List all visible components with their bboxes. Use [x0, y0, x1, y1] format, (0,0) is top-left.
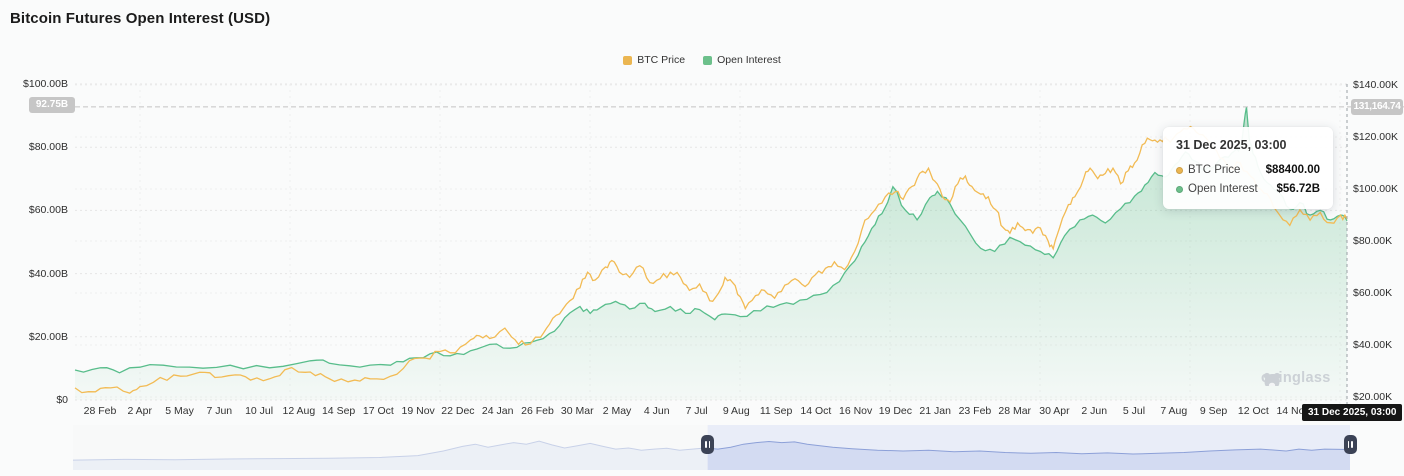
y-right-tick: $140.00K — [1353, 79, 1398, 91]
y-right-tick: $80.00K — [1353, 235, 1393, 247]
tooltip-rows: BTC Price $88400.00 Open Interest $56.72B — [1176, 161, 1320, 199]
x-tick: 2 May — [602, 405, 632, 417]
x-tick: 2 Jun — [1081, 405, 1108, 417]
x-tick: 14 Sep — [321, 405, 356, 417]
y-right-tick: $120.00K — [1353, 131, 1398, 143]
x-tick: 16 Nov — [838, 405, 873, 417]
navigator-selected-window[interactable] — [707, 425, 1350, 470]
x-tick: 26 Feb — [521, 405, 554, 417]
x-tick: 14 Oct — [800, 405, 832, 417]
x-tick: 4 Jun — [643, 405, 670, 417]
coinglass-watermark: coinglass — [1261, 370, 1347, 386]
tooltip-row: Open Interest $56.72B — [1176, 180, 1320, 199]
tooltip-row: BTC Price $88400.00 — [1176, 161, 1320, 180]
x-tick: 7 Jun — [206, 405, 233, 417]
x-tick: 21 Jan — [919, 405, 951, 417]
y-left-tick: $60.00B — [28, 204, 68, 217]
x-tick: 17 Oct — [362, 405, 394, 417]
tooltip-date: 31 Dec 2025, 03:00 — [1176, 138, 1287, 152]
x-tick: 19 Nov — [401, 405, 435, 417]
y-left-tick: $80.00B — [28, 141, 68, 154]
x-tick: 2 Apr — [127, 405, 153, 417]
x-tick: 30 Mar — [560, 405, 594, 417]
btc-price-max-badge: 131,164.74 — [1351, 99, 1403, 115]
crosshair-date-label: 31 Dec 2025, 03:00 — [1302, 404, 1403, 421]
x-tick: 12 Aug — [282, 405, 316, 417]
tooltip-series-value: $88400.00 — [1265, 164, 1320, 176]
series-dot-icon — [1176, 167, 1183, 174]
x-tick: 11 Sep — [759, 405, 793, 417]
x-tick: 28 Feb — [83, 405, 117, 417]
x-tick: 30 Apr — [1039, 405, 1070, 417]
y-right-tick: $20.00K — [1353, 391, 1393, 403]
y-right-tick: $60.00K — [1353, 287, 1393, 299]
y-right-tick: $40.00K — [1353, 339, 1393, 351]
tooltip-series-label: Open Interest — [1188, 183, 1258, 195]
x-tick: 23 Feb — [958, 405, 992, 417]
series-dot-icon — [1176, 186, 1183, 193]
hover-tooltip: 31 Dec 2025, 03:00 BTC Price $88400.00 Ope… — [1163, 127, 1333, 209]
x-tick: 12 Oct — [1237, 405, 1269, 417]
x-tick: 19 Dec — [878, 405, 913, 417]
tooltip-series-label: BTC Price — [1188, 164, 1241, 176]
x-tick: 7 Aug — [1160, 405, 1188, 417]
open-interest-area — [75, 106, 1347, 401]
y-right-tick: $100.00K — [1353, 183, 1398, 195]
x-tick: 10 Jul — [245, 405, 274, 417]
x-tick: 22 Dec — [441, 405, 475, 417]
x-tick: 9 Aug — [722, 405, 750, 417]
navigator-left-handle[interactable] — [701, 435, 715, 454]
y-left-tick: $0 — [56, 394, 68, 406]
y-left-tick: $100.00B — [23, 78, 68, 90]
y-left-tick: $40.00B — [28, 267, 68, 280]
open-interest-max-badge: 92.75B — [29, 97, 75, 113]
x-tick: 24 Jan — [481, 405, 514, 417]
x-tick: 5 Jul — [1122, 405, 1146, 417]
navigator-right-handle[interactable] — [1343, 435, 1357, 454]
x-tick: 7 Jul — [685, 405, 708, 417]
x-tick: 28 Mar — [998, 405, 1032, 417]
navigator-unselected-mask — [73, 425, 708, 470]
y-left-tick: $20.00B — [28, 330, 68, 343]
tooltip-series-value: $56.72B — [1276, 183, 1320, 195]
coinglass-bear-icon — [1263, 372, 1281, 386]
x-tick: 5 May — [165, 405, 194, 417]
x-tick: 9 Sep — [1199, 405, 1228, 417]
